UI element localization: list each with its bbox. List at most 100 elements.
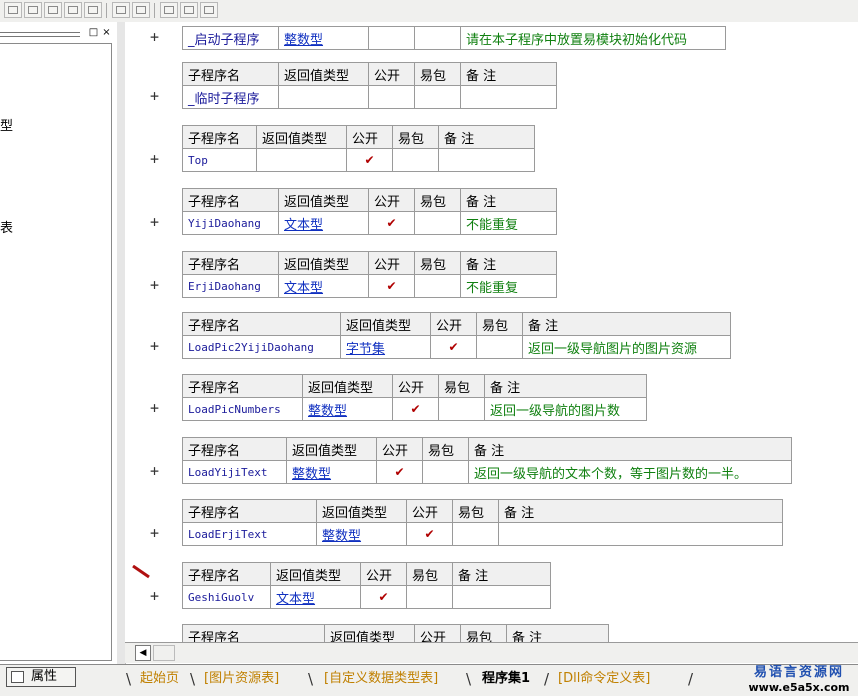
space-horizontal-icon[interactable] <box>112 2 130 18</box>
public-check-cell[interactable]: ✔ <box>368 211 415 235</box>
same-width-icon[interactable] <box>160 2 178 18</box>
sub-name-cell[interactable]: LoadErjiText <box>182 522 317 546</box>
easy-pack-cell[interactable] <box>422 460 469 484</box>
code-editor[interactable]: _启动子程序 整数型 请在本子程序中放置易模块初始化代码 子程序名 返回值类型 公开 易包备… <box>177 22 858 642</box>
expand-toggle-icon[interactable]: + <box>150 401 159 416</box>
return-type-cell[interactable] <box>256 148 347 172</box>
comment-cell[interactable] <box>498 522 783 546</box>
same-size-icon[interactable] <box>200 2 218 18</box>
tree-item-fragment[interactable]: 表 <box>0 217 13 236</box>
tab-dll-commands[interactable]: [Dll命令定义表] <box>558 668 650 690</box>
public-check-cell[interactable]: ✔ <box>430 335 477 359</box>
comment-cell[interactable] <box>460 85 557 109</box>
tab-start-page[interactable]: 起始页 <box>140 668 179 690</box>
subroutine-table[interactable]: _启动子程序 整数型 请在本子程序中放置易模块初始化代码 <box>182 26 726 50</box>
table-row[interactable]: LoadYijiText 整数型 ✔ 返回一级导航的文本个数，等于图片数的一半。 <box>182 460 792 484</box>
tree-item-fragment[interactable]: 型 <box>0 115 13 134</box>
subroutine-table[interactable]: 子程序名 返回值类型 公开 易包备 注 LoadPic2YijiDaohang 字节集 ✔ 返… <box>182 312 731 359</box>
subroutine-table[interactable]: 子程序名 返回值类型 公开 易包备 注 ErjiDaohang 文本型 ✔ 不能重复 <box>182 251 557 298</box>
table-row[interactable]: ErjiDaohang 文本型 ✔ 不能重复 <box>182 274 557 298</box>
table-row[interactable]: LoadErjiText 整数型 ✔ <box>182 522 783 546</box>
return-type-cell[interactable]: 整数型 <box>302 397 393 421</box>
easy-pack-cell[interactable] <box>452 522 499 546</box>
return-type-cell[interactable]: 文本型 <box>278 274 369 298</box>
return-type-cell[interactable]: 整数型 <box>316 522 407 546</box>
expand-toggle-icon[interactable]: + <box>150 215 159 230</box>
easy-pack-cell[interactable] <box>414 274 461 298</box>
expand-toggle-icon[interactable]: + <box>150 89 159 104</box>
align-center-icon[interactable] <box>24 2 42 18</box>
subroutine-table[interactable]: 子程序名 返回值类型 公开 易包备 注 LoadYijiText 整数型 ✔ 返回一级导航的文… <box>182 437 792 484</box>
easy-pack-cell[interactable] <box>392 148 439 172</box>
align-left-icon[interactable] <box>4 2 22 18</box>
table-row[interactable]: LoadPic2YijiDaohang 字节集 ✔ 返回一级导航图片的图片资源 <box>182 335 731 359</box>
sub-name-cell[interactable]: GeshiGuolv <box>182 585 271 609</box>
easy-pack-cell[interactable] <box>414 26 461 50</box>
table-row[interactable]: GeshiGuolv 文本型 ✔ <box>182 585 551 609</box>
sub-name-cell[interactable]: YijiDaohang <box>182 211 279 235</box>
comment-cell[interactable]: 返回一级导航图片的图片资源 <box>522 335 731 359</box>
subroutine-table[interactable]: 子程序名 返回值类型 公开 易包备 注 GeshiGuolv 文本型 ✔ <box>182 562 551 609</box>
sub-name-cell[interactable]: ErjiDaohang <box>182 274 279 298</box>
sub-name-cell[interactable]: LoadPicNumbers <box>182 397 303 421</box>
space-vertical-icon[interactable] <box>132 2 150 18</box>
subroutine-table[interactable]: 子程序名 返回值类型 公开 易包备 注 Top ✔ <box>182 125 535 172</box>
same-height-icon[interactable] <box>180 2 198 18</box>
public-check-cell[interactable]: ✔ <box>346 148 393 172</box>
return-type-cell[interactable]: 整数型 <box>278 26 369 50</box>
table-row[interactable]: LoadPicNumbers 整数型 ✔ 返回一级导航的图片数 <box>182 397 647 421</box>
easy-pack-cell[interactable] <box>414 85 461 109</box>
align-middle-icon[interactable] <box>64 2 82 18</box>
public-check-cell[interactable]: ✔ <box>360 585 407 609</box>
table-row[interactable]: _启动子程序 整数型 请在本子程序中放置易模块初始化代码 <box>182 26 726 50</box>
public-check-cell[interactable]: ✔ <box>368 274 415 298</box>
expand-toggle-icon[interactable]: + <box>150 152 159 167</box>
comment-cell[interactable]: 不能重复 <box>460 274 557 298</box>
expand-toggle-icon[interactable]: + <box>150 526 159 541</box>
comment-cell[interactable]: 返回一级导航的文本个数，等于图片数的一半。 <box>468 460 792 484</box>
horizontal-scrollbar[interactable]: ◀ <box>125 642 858 663</box>
table-row[interactable]: YijiDaohang 文本型 ✔ 不能重复 <box>182 211 557 235</box>
return-type-cell[interactable]: 整数型 <box>286 460 377 484</box>
expand-toggle-icon[interactable]: + <box>150 278 159 293</box>
expand-toggle-icon[interactable]: + <box>150 30 159 45</box>
comment-cell[interactable]: 请在本子程序中放置易模块初始化代码 <box>460 26 726 50</box>
align-top-icon[interactable] <box>44 2 62 18</box>
comment-cell[interactable] <box>438 148 535 172</box>
left-panel-tree[interactable]: 型 表 <box>0 43 112 661</box>
expand-toggle-icon[interactable]: + <box>150 589 159 604</box>
sub-name-cell[interactable]: LoadYijiText <box>182 460 287 484</box>
sub-name-cell[interactable]: _启动子程序 <box>182 26 279 50</box>
return-type-cell[interactable]: 字节集 <box>340 335 431 359</box>
subroutine-table[interactable]: 子程序名 返回值类型 公开 易包备 注 YijiDaohang 文本型 ✔ 不能重复 <box>182 188 557 235</box>
comment-cell[interactable]: 不能重复 <box>460 211 557 235</box>
public-check-cell[interactable]: ✔ <box>392 397 439 421</box>
return-type-cell[interactable]: 文本型 <box>278 211 369 235</box>
subroutine-table[interactable]: 子程序名 返回值类型 公开 易包备 注 LoadErjiText 整数型 ✔ <box>182 499 783 546</box>
subroutine-table[interactable]: 子程序名 返回值类型 公开 易包备 注 <box>182 624 609 642</box>
tab-custom-types[interactable]: [自定义数据类型表] <box>324 668 438 690</box>
scroll-left-button[interactable]: ◀ <box>135 645 151 661</box>
return-type-cell[interactable]: 文本型 <box>270 585 361 609</box>
public-check-cell[interactable] <box>368 85 415 109</box>
properties-button[interactable]: 属性 <box>6 667 76 687</box>
comment-cell[interactable]: 返回一级导航的图片数 <box>484 397 647 421</box>
subroutine-table[interactable]: 子程序名 返回值类型 公开 易包备 注 _临时子程序 <box>182 62 557 109</box>
panel-restore-button[interactable]: □ <box>88 27 99 38</box>
easy-pack-cell[interactable] <box>414 211 461 235</box>
tab-image-resources[interactable]: [图片资源表] <box>204 668 279 690</box>
expand-toggle-icon[interactable]: + <box>150 464 159 479</box>
easy-pack-cell[interactable] <box>438 397 485 421</box>
comment-cell[interactable] <box>452 585 551 609</box>
table-row[interactable]: Top ✔ <box>182 148 535 172</box>
expand-toggle-icon[interactable]: + <box>150 339 159 354</box>
public-check-cell[interactable]: ✔ <box>406 522 453 546</box>
easy-pack-cell[interactable] <box>476 335 523 359</box>
easy-pack-cell[interactable] <box>406 585 453 609</box>
sub-name-cell[interactable]: _临时子程序 <box>182 85 279 109</box>
panel-grip[interactable] <box>0 32 80 37</box>
panel-close-button[interactable]: × <box>101 27 112 38</box>
sub-name-cell[interactable]: Top <box>182 148 257 172</box>
public-check-cell[interactable] <box>368 26 415 50</box>
return-type-cell[interactable] <box>278 85 369 109</box>
